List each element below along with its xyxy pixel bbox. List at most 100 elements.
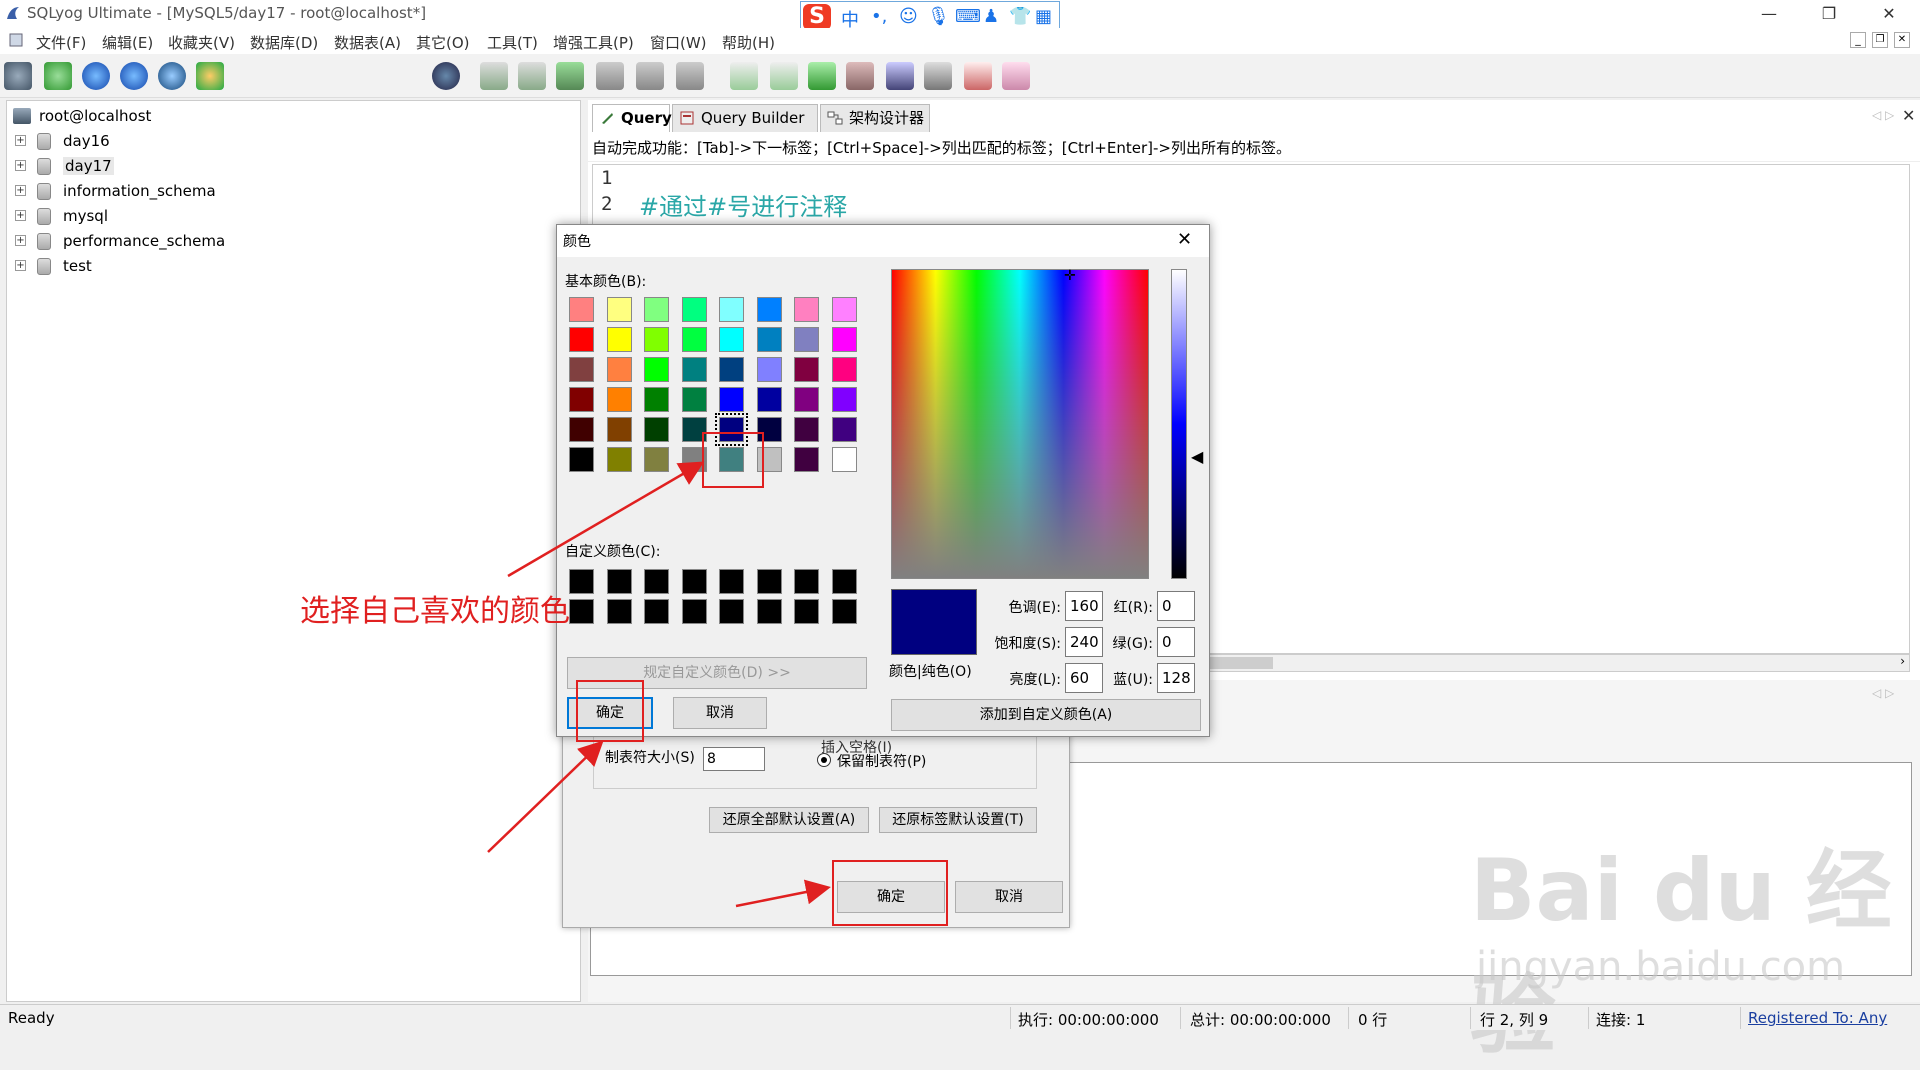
- menu-window[interactable]: 窗口(W): [650, 32, 707, 53]
- basic-color-swatch[interactable]: [831, 447, 857, 472]
- tree-item-day16[interactable]: + day16: [7, 129, 577, 154]
- basic-color-swatch[interactable]: [719, 297, 744, 322]
- custom-color-swatch[interactable]: [831, 569, 857, 594]
- sogou-logo-icon[interactable]: S: [803, 4, 831, 30]
- expand-icon[interactable]: +: [15, 235, 26, 246]
- tree-item-test[interactable]: + test: [7, 254, 577, 279]
- lum-input[interactable]: 60: [1065, 663, 1103, 693]
- schema-icon[interactable]: [196, 62, 224, 90]
- custom-color-swatch[interactable]: [719, 599, 744, 624]
- basic-color-swatch[interactable]: [794, 297, 819, 322]
- custom-color-swatch[interactable]: [756, 569, 782, 594]
- tree-item-information-schema[interactable]: + information_schema: [7, 179, 577, 204]
- basic-color-swatch[interactable]: [756, 297, 782, 322]
- registered-link[interactable]: Registered To: Any: [1748, 1009, 1887, 1027]
- basic-color-swatch[interactable]: [756, 357, 782, 382]
- ime-voice-icon[interactable]: 🎙: [927, 6, 950, 27]
- refresh-icon[interactable]: [158, 62, 186, 90]
- query-profiler-icon[interactable]: [964, 62, 992, 90]
- keep-tabs-radio[interactable]: [817, 753, 831, 767]
- menu-help[interactable]: 帮助(H): [722, 32, 775, 53]
- tab-query-builder[interactable]: Query Builder: [672, 104, 818, 132]
- basic-color-swatch[interactable]: [831, 417, 857, 442]
- basic-color-swatch[interactable]: [794, 387, 819, 412]
- custom-color-swatch[interactable]: [831, 599, 857, 624]
- basic-color-swatch[interactable]: [756, 327, 782, 352]
- basic-color-swatch[interactable]: [606, 327, 632, 352]
- tab-scroll-arrows-icon[interactable]: ◁ ▷: [1872, 108, 1894, 122]
- copy-db-icon[interactable]: [808, 62, 836, 90]
- tab-query[interactable]: Query: [592, 104, 672, 132]
- basic-color-swatch[interactable]: [794, 357, 819, 382]
- luminance-pointer-icon[interactable]: ◀: [1191, 447, 1203, 466]
- custom-color-swatch[interactable]: [644, 569, 669, 594]
- basic-color-swatch[interactable]: [569, 417, 594, 442]
- ime-user-icon[interactable]: ♟: [983, 6, 999, 27]
- hue-input[interactable]: 160: [1065, 591, 1103, 621]
- color-spectrum[interactable]: ✛: [891, 268, 1149, 579]
- notification-icon[interactable]: [886, 62, 914, 90]
- tree-item-day17[interactable]: + day17: [7, 154, 577, 179]
- table-icon[interactable]: [596, 62, 624, 90]
- ime-keyboard-icon[interactable]: ⌨: [955, 6, 981, 27]
- ime-punctuation-icon[interactable]: •,: [871, 6, 887, 27]
- sat-input[interactable]: 240: [1065, 627, 1103, 657]
- create-db-icon[interactable]: [480, 62, 508, 90]
- custom-color-swatch[interactable]: [794, 599, 819, 624]
- green-input[interactable]: 0: [1157, 627, 1195, 657]
- menu-file[interactable]: 文件(F): [36, 32, 86, 53]
- basic-color-swatch[interactable]: [569, 387, 594, 412]
- basic-color-swatch[interactable]: [644, 447, 669, 472]
- custom-color-swatch[interactable]: [644, 599, 669, 624]
- custom-color-swatch[interactable]: [569, 569, 594, 594]
- options-cancel-button[interactable]: 取消: [955, 881, 1063, 913]
- restore-tab-defaults-button[interactable]: 还原标签默认设置(T): [879, 807, 1037, 833]
- expand-icon[interactable]: +: [15, 135, 26, 146]
- red-input[interactable]: 0: [1157, 591, 1195, 621]
- basic-color-swatch[interactable]: [606, 357, 632, 382]
- menu-edit[interactable]: 编辑(E): [102, 32, 153, 53]
- ime-toolbox-icon[interactable]: ▦: [1035, 6, 1052, 27]
- basic-color-swatch[interactable]: [681, 327, 707, 352]
- basic-color-swatch[interactable]: [644, 387, 669, 412]
- custom-color-swatch[interactable]: [606, 569, 632, 594]
- blue-input[interactable]: 128: [1157, 663, 1195, 693]
- menu-favorites[interactable]: 收藏夹(V): [168, 32, 235, 53]
- new-connection-icon[interactable]: [44, 62, 72, 90]
- add-to-custom-colors-button[interactable]: 添加到自定义颜色(A): [891, 699, 1201, 731]
- basic-color-swatch[interactable]: [756, 387, 782, 412]
- basic-color-swatch[interactable]: [681, 387, 707, 412]
- menu-power-tools[interactable]: 增强工具(P): [553, 32, 634, 53]
- expand-icon[interactable]: +: [15, 260, 26, 271]
- custom-color-swatch[interactable]: [681, 569, 707, 594]
- tab-schema-designer[interactable]: 架构设计器: [820, 104, 930, 132]
- basic-color-swatch[interactable]: [681, 357, 707, 382]
- user-manager-icon[interactable]: [432, 62, 460, 90]
- basic-color-swatch[interactable]: [644, 417, 669, 442]
- tree-item-mysql[interactable]: + mysql: [7, 204, 577, 229]
- backup-db-icon[interactable]: [518, 62, 546, 90]
- close-icon[interactable]: ✕: [1177, 229, 1192, 250]
- monitor-icon[interactable]: [924, 62, 952, 90]
- basic-color-swatch[interactable]: [606, 297, 632, 322]
- basic-color-swatch[interactable]: [569, 357, 594, 382]
- luminance-slider[interactable]: [1171, 269, 1187, 579]
- import-icon[interactable]: [556, 62, 584, 90]
- menu-database[interactable]: 数据库(D): [250, 32, 318, 53]
- mdi-restore-button[interactable]: ❐: [1872, 32, 1888, 48]
- basic-color-swatch[interactable]: [719, 327, 744, 352]
- backup-icon[interactable]: [770, 62, 798, 90]
- basic-color-swatch[interactable]: [644, 357, 669, 382]
- basic-color-swatch[interactable]: [569, 327, 594, 352]
- custom-color-swatch[interactable]: [756, 599, 782, 624]
- basic-color-swatch[interactable]: [794, 417, 819, 442]
- custom-color-swatch[interactable]: [794, 569, 819, 594]
- custom-color-swatch[interactable]: [606, 599, 632, 624]
- basic-color-swatch[interactable]: [606, 417, 632, 442]
- tree-root[interactable]: root@localhost: [7, 104, 577, 129]
- basic-color-swatch[interactable]: [794, 447, 819, 472]
- expand-icon[interactable]: +: [15, 160, 26, 171]
- custom-color-swatch[interactable]: [569, 599, 594, 624]
- basic-color-swatch[interactable]: [831, 387, 857, 412]
- restore-button[interactable]: ❐: [1806, 0, 1852, 28]
